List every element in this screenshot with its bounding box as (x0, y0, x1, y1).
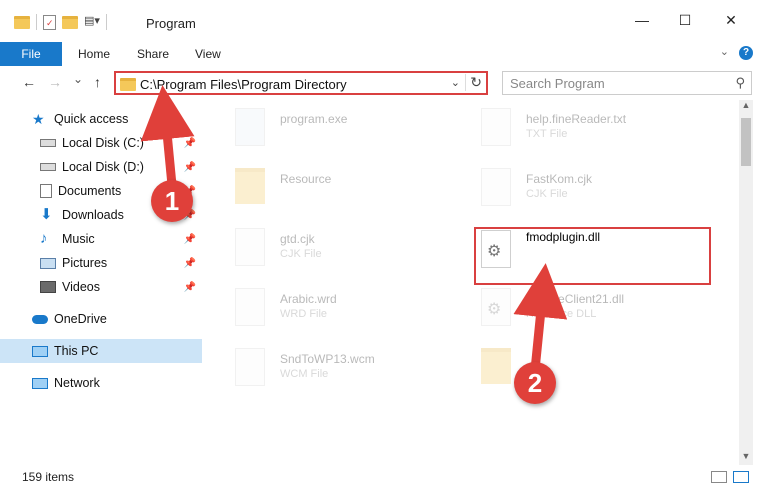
arrow-2 (513, 263, 568, 371)
step-1-callout: 1 (151, 180, 193, 222)
arrow-1 (140, 85, 195, 186)
step-2-callout: 2 (514, 362, 556, 404)
annotation-arrows (140, 85, 568, 371)
